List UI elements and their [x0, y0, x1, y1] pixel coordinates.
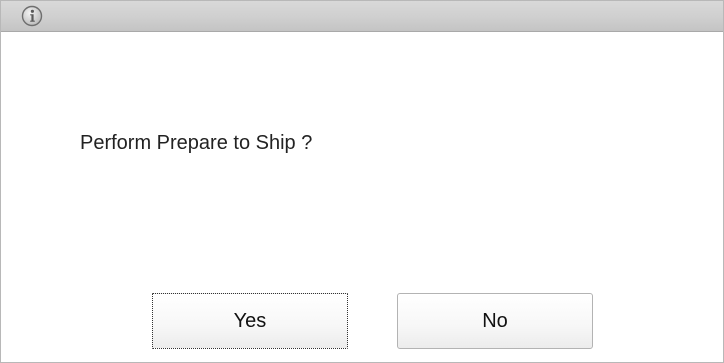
yes-button[interactable]: Yes: [152, 293, 348, 349]
confirm-dialog: Perform Prepare to Ship ? Yes No: [0, 0, 724, 363]
dialog-titlebar: [1, 1, 723, 32]
dialog-body: Perform Prepare to Ship ? Yes No: [1, 32, 723, 362]
no-button[interactable]: No: [397, 293, 593, 349]
info-icon: [21, 5, 43, 27]
dialog-message: Perform Prepare to Ship ?: [80, 132, 313, 154]
